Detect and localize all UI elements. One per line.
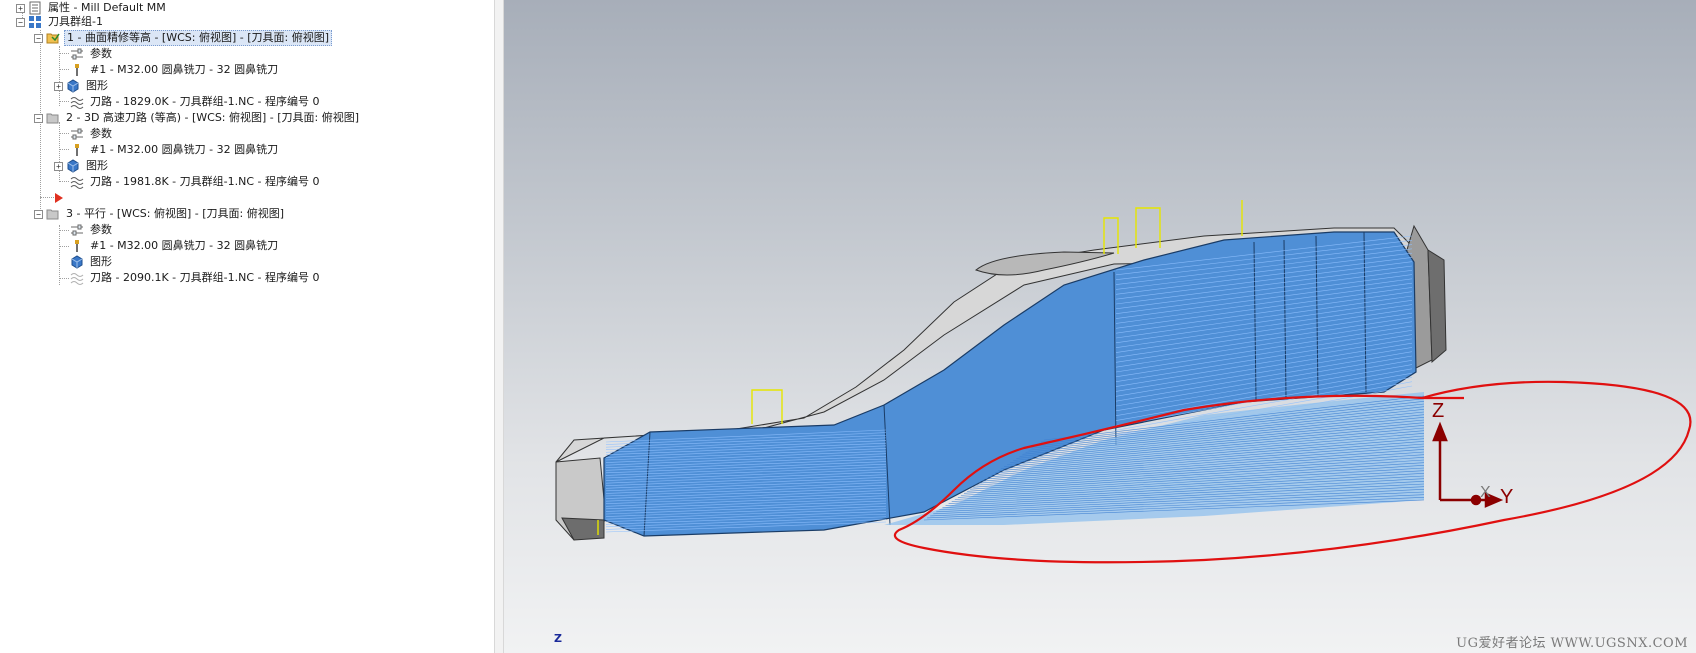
axis-y-label: Y bbox=[1500, 486, 1514, 508]
tool-label: #1 - M32.00 圆鼻铣刀 - 32 圆鼻铣刀 bbox=[90, 143, 279, 156]
tree-item-geometry[interactable]: 图形 bbox=[70, 254, 114, 270]
tool-label: #1 - M32.00 圆鼻铣刀 - 32 圆鼻铣刀 bbox=[90, 239, 279, 252]
tree-item-operation-1[interactable]: − 1 - 曲面精修等高 - [WCS: 俯视图] - [刀具面: 俯视图] bbox=[34, 30, 332, 46]
tool-icon bbox=[75, 64, 79, 76]
tree-item-geometry[interactable]: + 图形 bbox=[54, 78, 110, 94]
panel-splitter[interactable] bbox=[494, 0, 504, 653]
axis-x-label: X bbox=[1480, 484, 1491, 501]
params-label: 参数 bbox=[90, 127, 112, 140]
folder-icon bbox=[46, 209, 59, 220]
parameters-icon bbox=[71, 128, 83, 140]
geometry-icon bbox=[71, 255, 83, 269]
tool-icon bbox=[75, 144, 79, 156]
toolpath-icon bbox=[70, 97, 84, 109]
properties-icon bbox=[29, 1, 41, 15]
tree-item-tool[interactable]: #1 - M32.00 圆鼻铣刀 - 32 圆鼻铣刀 bbox=[70, 62, 280, 78]
geometry-label: 图形 bbox=[86, 79, 108, 92]
expand-toggle[interactable]: + bbox=[54, 161, 63, 171]
tree-item-tool[interactable]: #1 - M32.00 圆鼻铣刀 - 32 圆鼻铣刀 bbox=[70, 142, 280, 158]
parameters-icon bbox=[71, 48, 83, 60]
collapse-toggle[interactable]: − bbox=[34, 33, 43, 43]
tree-item-toolpath[interactable]: 刀路 - 1829.0K - 刀具群组-1.NC - 程序编号 0 bbox=[70, 94, 321, 110]
collapse-toggle[interactable]: − bbox=[16, 17, 25, 27]
operation-title: 1 - 曲面精修等高 - [WCS: 俯视图] - [刀具面: 俯视图] bbox=[64, 30, 332, 46]
forum-watermark: UG爱好者论坛 WWW.UGSNX.COM bbox=[1456, 636, 1688, 651]
collapse-toggle[interactable]: − bbox=[34, 113, 43, 123]
operation-title: 3 - 平行 - [WCS: 俯视图] - [刀具面: 俯视图] bbox=[66, 207, 284, 220]
graphics-viewport[interactable]: Z X Y Z UG爱好者论坛 WWW.UGSNX.COM bbox=[504, 0, 1696, 653]
tree-item-params[interactable]: 参数 bbox=[70, 46, 114, 62]
tree-item-toolpath[interactable]: 刀路 - 1981.8K - 刀具群组-1.NC - 程序编号 0 bbox=[70, 174, 321, 190]
tree-item-tool-group[interactable]: − 刀具群组-1 bbox=[16, 14, 105, 30]
tree-item-geometry[interactable]: + 图形 bbox=[54, 158, 110, 174]
geometry-label: 图形 bbox=[86, 159, 108, 172]
params-label: 参数 bbox=[90, 47, 112, 60]
axis-z-label: Z bbox=[1432, 400, 1445, 422]
toolpath-icon bbox=[70, 177, 84, 189]
geometry-icon bbox=[67, 79, 79, 93]
view-orientation-indicator: Z bbox=[554, 632, 562, 645]
tree-item-params[interactable]: 参数 bbox=[70, 126, 114, 142]
parameters-icon bbox=[71, 224, 83, 236]
tree-item-tool[interactable]: #1 - M32.00 圆鼻铣刀 - 32 圆鼻铣刀 bbox=[70, 238, 280, 254]
folder-open-icon bbox=[46, 33, 60, 44]
tree-item-toolpath[interactable]: 刀路 - 2090.1K - 刀具群组-1.NC - 程序编号 0 bbox=[70, 270, 321, 286]
tool-label: #1 - M32.00 圆鼻铣刀 - 32 圆鼻铣刀 bbox=[90, 63, 279, 76]
toolpath-label: 刀路 - 2090.1K - 刀具群组-1.NC - 程序编号 0 bbox=[90, 271, 320, 284]
tree-item-operation-3[interactable]: − 3 - 平行 - [WCS: 俯视图] - [刀具面: 俯视图] bbox=[34, 206, 286, 222]
expand-toggle[interactable]: + bbox=[16, 3, 25, 13]
insert-position-marker[interactable] bbox=[52, 190, 70, 206]
toolpath-label: 刀路 - 1981.8K - 刀具群组-1.NC - 程序编号 0 bbox=[90, 175, 320, 188]
operation-title: 2 - 3D 高速刀路 (等高) - [WCS: 俯视图] - [刀具面: 俯视… bbox=[66, 111, 360, 124]
tree-item-operation-2[interactable]: − 2 - 3D 高速刀路 (等高) - [WCS: 俯视图] - [刀具面: … bbox=[34, 110, 361, 126]
expand-toggle[interactable]: + bbox=[54, 81, 63, 91]
tool-icon bbox=[75, 240, 79, 252]
collapse-toggle[interactable]: − bbox=[34, 209, 43, 219]
geometry-label: 图形 bbox=[90, 255, 112, 268]
folder-icon bbox=[46, 113, 59, 124]
tree-item-params[interactable]: 参数 bbox=[70, 222, 114, 238]
toolpath-icon bbox=[70, 273, 84, 285]
params-label: 参数 bbox=[90, 223, 112, 236]
operations-manager-tree: + 属性 - Mill Default MM − 刀具群组-1 − 1 - 曲面… bbox=[0, 0, 494, 653]
part-model-scene[interactable] bbox=[504, 0, 1696, 653]
tool-group-label: 刀具群组-1 bbox=[48, 15, 103, 28]
insert-arrow-icon bbox=[55, 193, 63, 203]
toolpath-label: 刀路 - 1829.0K - 刀具群组-1.NC - 程序编号 0 bbox=[90, 95, 320, 108]
geometry-icon bbox=[67, 159, 79, 173]
tool-group-icon bbox=[29, 16, 41, 28]
